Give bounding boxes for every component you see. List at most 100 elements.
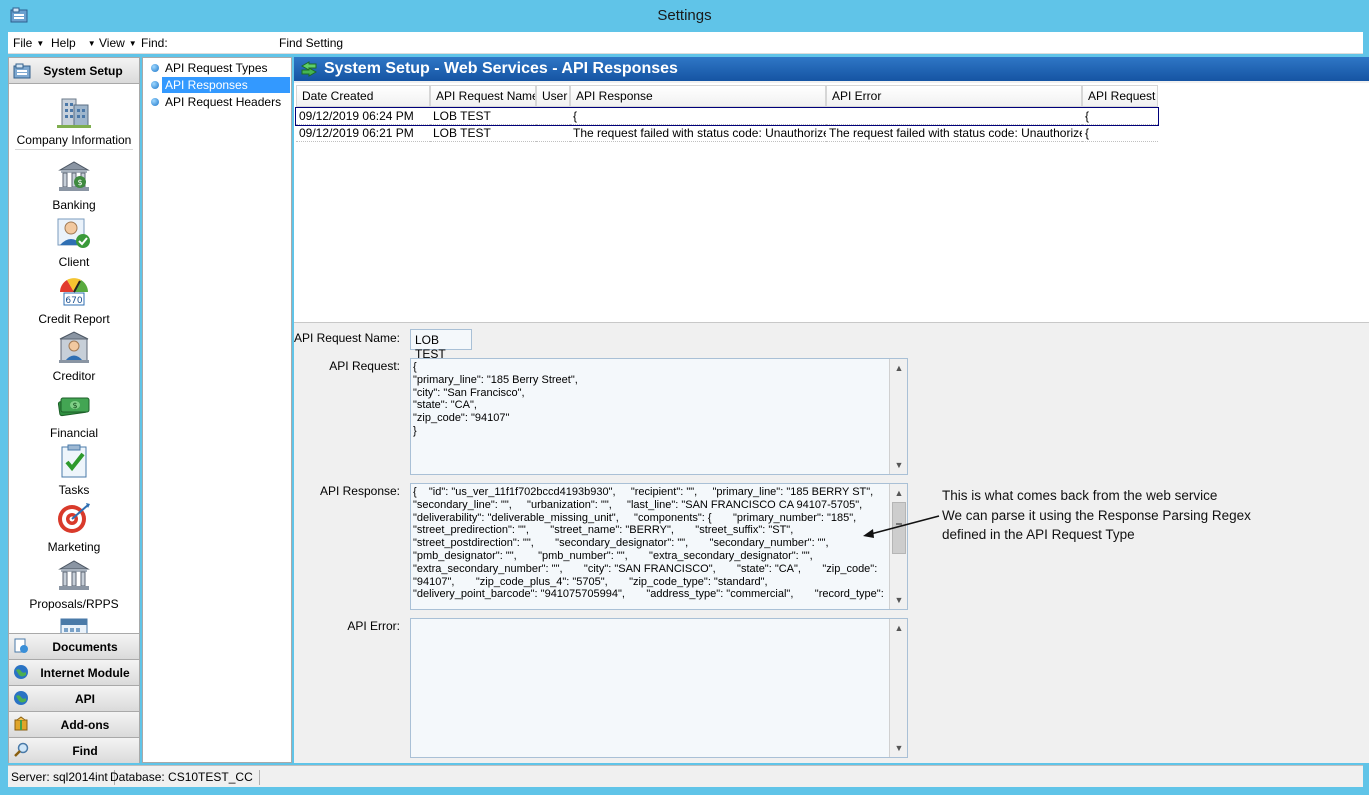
column-api-error[interactable]: API Error [826, 85, 1082, 107]
money-icon: $ [57, 397, 90, 417]
gauge-icon: 670 [60, 278, 88, 306]
cell-error [826, 108, 1082, 125]
annotation-line: We can parse it using the Response Parsi… [942, 507, 1251, 523]
cell-error: The request failed with status code: Una… [826, 125, 1082, 142]
cell-date: 09/12/2019 06:21 PM [296, 125, 430, 142]
cell-request: { [1082, 125, 1158, 142]
cell-request-name: LOB TEST [430, 108, 536, 125]
scroll-down-icon[interactable]: ▼ [891, 592, 907, 608]
menu-bar: File ▼ Help ▼ View ▼ Find: Find Setting [8, 32, 1363, 54]
menu-help[interactable]: Help ▼ [51, 36, 96, 50]
api-request-scrollbar[interactable]: ▲ ▼ [889, 359, 907, 474]
main-panel: System Setup - Web Services - API Respon… [294, 57, 1369, 763]
cell-response: The request failed with status code: Una… [570, 125, 826, 142]
nav-section-internet-module[interactable]: Internet Module [9, 659, 139, 685]
cell-request-name: LOB TEST [430, 125, 536, 142]
annotation-arrow-icon [863, 515, 940, 538]
column-date-created[interactable]: Date Created [296, 85, 430, 107]
bank-icon: $ [58, 161, 90, 191]
responses-grid: Date Created API Request Name User API R… [294, 83, 1369, 323]
annotation-line: defined in the API Request Type [942, 527, 1135, 542]
nav-item-label: Tasks [58, 483, 90, 497]
title-bar[interactable]: Settings [0, 0, 1369, 32]
left-navigation: System Setup Company Information $ Banki… [8, 57, 140, 763]
nav-section-add-ons[interactable]: Add-ons [9, 711, 139, 737]
nav-item-marketing[interactable]: Marketing [9, 500, 139, 554]
nav-item-partial[interactable] [9, 613, 139, 633]
api-response-textarea[interactable]: { "id": "us_ver_11f1f702bccd4193b930", "… [410, 483, 908, 610]
nav-item-label: Marketing [47, 540, 101, 554]
api-error-textarea[interactable]: ▲ ▼ [410, 618, 908, 758]
label-api-request: API Request: [329, 359, 400, 373]
table-row[interactable]: 09/12/2019 06:21 PM LOB TEST The request… [296, 125, 1158, 142]
status-database: Database: CS10TEST_CC [110, 770, 260, 785]
page-title: System Setup - Web Services - API Respon… [324, 60, 678, 77]
table-row[interactable]: 09/12/2019 06:24 PM LOB TEST { { [295, 107, 1159, 126]
api-response-text: { "id": "us_ver_11f1f702bccd4193b930", "… [413, 486, 884, 601]
checklist-icon [61, 444, 87, 478]
menu-file[interactable]: File ▼ [13, 36, 44, 50]
api-request-textarea[interactable]: { "primary_line": "185 Berry Street", "c… [410, 358, 908, 475]
cell-response: { [570, 108, 826, 125]
find-input[interactable] [178, 34, 280, 52]
annotation-line: This is what comes back from the web ser… [942, 488, 1218, 503]
tree-item-api-request-headers[interactable]: API Request Headers [147, 94, 281, 110]
api-response-scrollbar[interactable]: ▲ ▼ [889, 484, 907, 609]
column-user[interactable]: User [536, 85, 570, 107]
api-request-name-field[interactable]: LOB TEST [410, 329, 472, 361]
status-server: Server: sql2014int [11, 770, 115, 785]
bullet-icon [151, 98, 159, 106]
tree-item-api-request-types[interactable]: API Request Types [147, 60, 268, 76]
scroll-down-icon[interactable]: ▼ [891, 457, 907, 473]
nav-item-creditor[interactable]: Creditor [9, 329, 139, 383]
nav-item-label: Client [58, 255, 90, 269]
nav-items: Company Information $ Banking Client 670… [9, 85, 139, 633]
status-bar: Server: sql2014int Database: CS10TEST_CC [8, 765, 1363, 787]
nav-section-documents[interactable]: Documents [9, 633, 139, 659]
nav-item-label: Proposals/RPPS [29, 597, 119, 611]
nav-item-banking[interactable]: $ Banking [9, 158, 139, 212]
window-title: Settings [657, 7, 712, 24]
nav-item-credit-report[interactable]: 670 Credit Report [9, 272, 139, 326]
nav-item-label: Financial [49, 426, 99, 440]
nav-section-find[interactable]: Find [9, 737, 139, 763]
chevron-down-icon: ▼ [36, 39, 45, 49]
nav-item-label: Banking [52, 198, 96, 212]
api-error-scrollbar[interactable]: ▲ ▼ [889, 619, 907, 757]
nav-item-company-information[interactable]: Company Information [9, 93, 139, 147]
chevron-down-icon: ▼ [128, 39, 137, 49]
scroll-up-icon[interactable]: ▲ [891, 485, 907, 501]
client-icon [57, 218, 90, 248]
building-icon [57, 98, 91, 128]
column-api-request[interactable]: API Request [1082, 85, 1158, 107]
label-api-error: API Error: [347, 619, 400, 633]
nav-item-proposals-rpps[interactable]: Proposals/RPPS [9, 557, 139, 611]
scroll-up-icon[interactable]: ▲ [891, 360, 907, 376]
cell-date: 09/12/2019 06:24 PM [296, 108, 430, 125]
page-header: System Setup - Web Services - API Respon… [294, 57, 1369, 81]
settings-tree: API Request Types API Responses API Requ… [142, 57, 292, 763]
column-api-request-name[interactable]: API Request Name [430, 85, 536, 107]
nav-item-financial[interactable]: $ Financial [9, 386, 139, 440]
column-api-response[interactable]: API Response [570, 85, 826, 107]
bullet-icon [151, 64, 159, 72]
scroll-up-icon[interactable]: ▲ [891, 620, 907, 636]
find-label: Find: [141, 36, 168, 50]
divider [15, 149, 133, 150]
nav-item-label: Creditor [52, 369, 96, 383]
nav-item-client[interactable]: Client [9, 215, 139, 269]
label-api-response: API Response: [319, 484, 400, 498]
menu-view[interactable]: View ▼ [99, 36, 137, 50]
scroll-down-icon[interactable]: ▼ [891, 740, 907, 756]
cell-user [536, 125, 570, 142]
find-setting-button[interactable]: Find Setting [279, 36, 343, 50]
web-services-icon [300, 61, 318, 77]
creditor-icon [59, 331, 89, 363]
nav-header-system-setup[interactable]: System Setup [9, 58, 139, 84]
label-api-request-name: API Request Name: [293, 331, 400, 345]
nav-item-tasks[interactable]: Tasks [9, 443, 139, 497]
chevron-down-icon: ▼ [87, 39, 96, 49]
cell-user [536, 108, 570, 125]
tree-item-api-responses[interactable]: API Responses [147, 77, 290, 93]
nav-section-api[interactable]: API [9, 685, 139, 711]
